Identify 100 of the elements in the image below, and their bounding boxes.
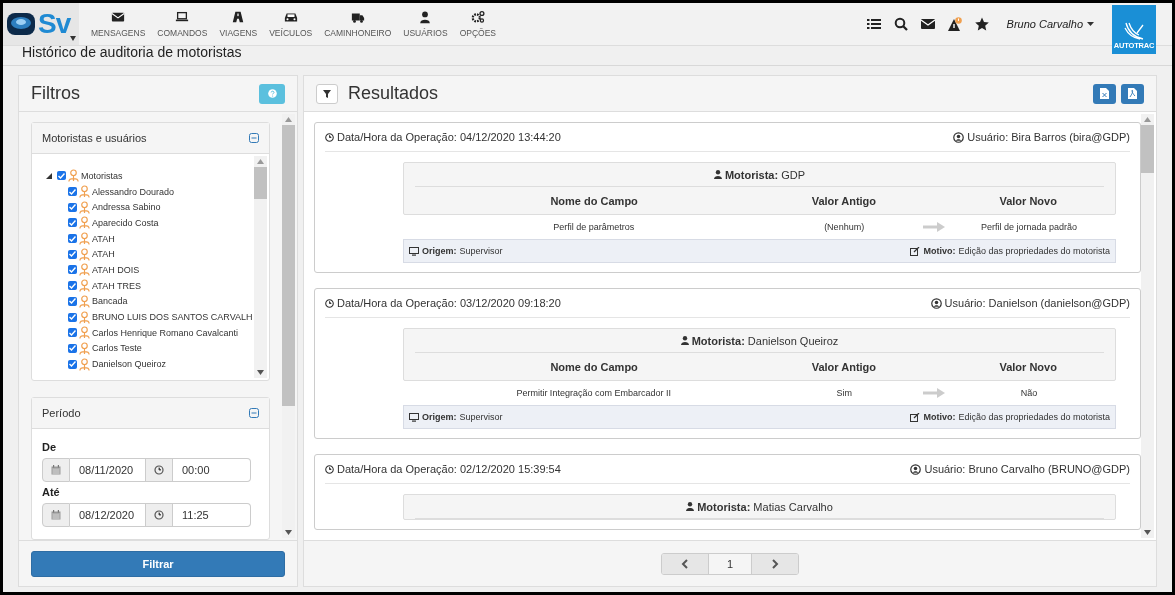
tree-item[interactable]: Carlos Teste bbox=[92, 343, 142, 354]
checkbox[interactable] bbox=[57, 171, 66, 181]
column-header: Valor Antigo bbox=[810, 194, 878, 207]
date-field[interactable]: 08/12/2020 bbox=[70, 503, 145, 527]
operation-datetime: Data/Hora da Operação: 04/12/2020 13:44:20 bbox=[325, 131, 561, 143]
time-field[interactable]: 00:00 bbox=[173, 458, 251, 482]
clock-icon bbox=[154, 465, 164, 475]
scroll-up-icon[interactable] bbox=[1144, 117, 1151, 122]
operation-datetime: Data/Hora da Operação: 03/12/2020 09:18:20 bbox=[325, 297, 561, 309]
collapse-icon[interactable] bbox=[249, 408, 259, 418]
envelope-icon[interactable] bbox=[920, 17, 935, 31]
help-icon bbox=[267, 89, 277, 98]
tree-item[interactable]: Andressa Sabino bbox=[92, 202, 161, 213]
expand-toggle-icon[interactable] bbox=[46, 172, 52, 179]
tree-item[interactable]: ATAH DOIS bbox=[92, 264, 140, 275]
scrollbar[interactable] bbox=[282, 114, 295, 538]
tree-item[interactable]: ATAH bbox=[92, 249, 115, 260]
person-icon bbox=[79, 232, 90, 246]
checkbox[interactable] bbox=[68, 343, 77, 353]
alert-icon[interactable] bbox=[947, 17, 962, 31]
collapse-icon[interactable] bbox=[249, 133, 259, 143]
scroll-down-icon[interactable] bbox=[257, 370, 264, 375]
next-page-button[interactable] bbox=[752, 553, 798, 574]
column-header: Valor Novo bbox=[998, 360, 1058, 373]
checkbox[interactable] bbox=[68, 312, 77, 322]
checkbox[interactable] bbox=[68, 296, 77, 306]
checkbox[interactable] bbox=[68, 218, 77, 228]
checkbox[interactable] bbox=[68, 202, 77, 212]
checkbox[interactable] bbox=[68, 249, 77, 259]
clock-icon bbox=[325, 298, 334, 308]
table-cell-text: Não bbox=[1019, 388, 1039, 398]
person-icon bbox=[79, 326, 90, 340]
excel-export-button[interactable] bbox=[1093, 83, 1116, 104]
calendar-icon bbox=[51, 465, 61, 475]
star-icon[interactable] bbox=[974, 17, 989, 31]
tree-item[interactable]: Danielson Queiroz bbox=[92, 359, 167, 370]
envelope-icon bbox=[111, 10, 126, 24]
operation-user: Usuário: Danielson (danielson@GDP) bbox=[930, 297, 1130, 309]
checkbox[interactable] bbox=[68, 187, 77, 197]
field-label: Até bbox=[42, 486, 60, 498]
search-icon[interactable] bbox=[893, 17, 908, 31]
checkbox[interactable] bbox=[68, 234, 77, 244]
table-cell-text: (Nenhum) bbox=[823, 222, 866, 232]
clock-icon bbox=[325, 464, 334, 474]
previous-page-button[interactable] bbox=[662, 553, 708, 574]
tree-item[interactable]: ATAH bbox=[92, 233, 115, 244]
scrollbar[interactable] bbox=[1141, 114, 1154, 538]
filter-button[interactable]: Filtrar bbox=[31, 550, 285, 577]
table-cell-text: Permitir Integração com Embarcador II bbox=[515, 388, 672, 398]
nav-item[interactable]: USUÁRIOS bbox=[397, 3, 454, 45]
table-cell-text: Perfil de jornada padrão bbox=[979, 222, 1078, 232]
scrollbar[interactable] bbox=[254, 156, 267, 378]
scroll-up-icon[interactable] bbox=[285, 117, 292, 122]
list-icon[interactable] bbox=[866, 17, 881, 31]
page-button[interactable]: 1 bbox=[708, 553, 752, 574]
reason-text: Motivo: Edição das propriedades do motorista bbox=[923, 246, 1110, 256]
tree-item[interactable]: Aparecido Costa bbox=[92, 217, 159, 228]
scroll-down-icon[interactable] bbox=[1144, 530, 1151, 535]
checkbox[interactable] bbox=[68, 281, 77, 291]
date-field[interactable]: 08/11/2020 bbox=[70, 458, 145, 482]
chevron-right-icon bbox=[771, 558, 779, 569]
pdf-export-button[interactable] bbox=[1121, 83, 1144, 104]
edit-icon bbox=[910, 412, 921, 422]
scroll-up-icon[interactable] bbox=[257, 159, 264, 164]
laptop-icon bbox=[175, 10, 190, 24]
nav-item[interactable]: MENSAGENS bbox=[85, 3, 152, 45]
driver-name: Motorista: GDP bbox=[724, 168, 806, 181]
user-menu[interactable]: Bruno Carvalho bbox=[1006, 3, 1112, 45]
nav-item[interactable]: VIAGENS bbox=[213, 3, 264, 45]
section-title: Motoristas e usuários bbox=[42, 132, 147, 144]
driver-name: Motorista: Matias Carvalho bbox=[697, 500, 833, 513]
person-icon bbox=[713, 170, 722, 179]
user-circle-icon bbox=[910, 463, 922, 475]
caret-icon[interactable] bbox=[70, 36, 76, 41]
time-field[interactable]: 11:25 bbox=[173, 503, 251, 527]
nav-item[interactable]: VEÍCULOS bbox=[263, 3, 319, 45]
tree-item[interactable]: Bancada bbox=[92, 296, 128, 307]
scroll-thumb[interactable] bbox=[1141, 125, 1154, 174]
checkbox[interactable] bbox=[68, 328, 77, 338]
tree-item[interactable]: ATAH TRES bbox=[92, 280, 141, 291]
filter-toggle-button[interactable] bbox=[316, 83, 338, 104]
person-icon bbox=[680, 336, 689, 345]
field-label: De bbox=[42, 441, 57, 453]
tree-item[interactable]: BRUNO LUIS DOS SANTOS CARVALH bbox=[92, 312, 253, 323]
checkbox[interactable] bbox=[68, 265, 77, 275]
scroll-down-icon[interactable] bbox=[285, 530, 292, 535]
nav-item[interactable]: CAMINHONEIRO bbox=[318, 3, 398, 45]
panel-title: Resultados bbox=[348, 83, 439, 104]
tree-item[interactable]: Motoristas bbox=[81, 170, 123, 181]
operation-datetime: Data/Hora da Operação: 02/12/2020 15:39:54 bbox=[325, 463, 561, 475]
checkbox[interactable] bbox=[68, 359, 77, 369]
scroll-thumb[interactable] bbox=[254, 167, 267, 199]
tree-item[interactable]: Alessandro Dourado bbox=[92, 186, 175, 197]
chevron-left-icon bbox=[681, 558, 689, 569]
origin-text: Origem: Supervisor bbox=[422, 412, 503, 422]
person-icon bbox=[68, 169, 79, 183]
scroll-thumb[interactable] bbox=[282, 125, 295, 407]
nav-item[interactable]: OPÇÕES bbox=[453, 3, 503, 45]
nav-item[interactable]: COMANDOS bbox=[151, 3, 214, 45]
tree-item[interactable]: Carlos Henrique Romano Cavalcanti bbox=[92, 327, 239, 338]
